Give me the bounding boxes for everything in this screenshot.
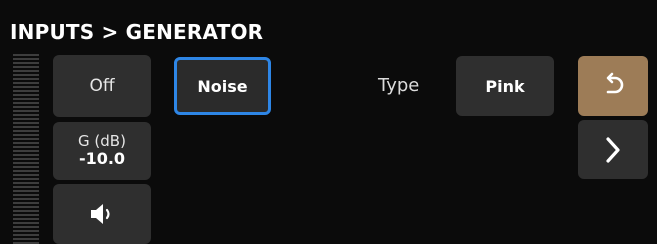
gain-value: -10.0	[78, 149, 126, 169]
gain-label: G (dB)	[78, 132, 126, 151]
type-select-button[interactable]: Pink	[456, 56, 554, 116]
next-button[interactable]	[578, 120, 648, 179]
type-value: Pink	[485, 76, 525, 96]
noise-button[interactable]: Noise	[174, 57, 271, 115]
back-button[interactable]	[578, 56, 648, 116]
undo-arrow-icon	[600, 72, 626, 100]
noise-button-label: Noise	[197, 76, 248, 96]
gain-button[interactable]: G (dB) -10.0	[53, 122, 151, 180]
level-meter	[13, 54, 39, 244]
off-button-label: Off	[89, 76, 115, 96]
speaker-button[interactable]	[53, 184, 151, 244]
chevron-right-icon	[603, 135, 623, 165]
off-button[interactable]: Off	[53, 55, 151, 117]
type-label: Type	[378, 75, 420, 96]
page-title: INPUTS > GENERATOR	[10, 20, 264, 44]
speaker-icon	[88, 201, 116, 227]
